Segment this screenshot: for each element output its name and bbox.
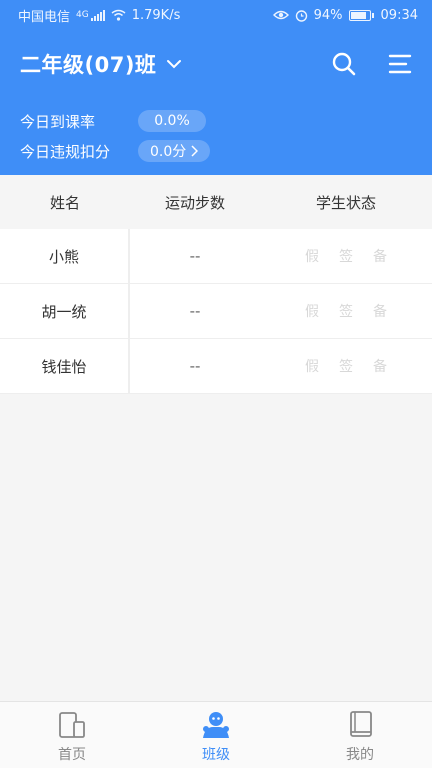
alarm-icon <box>295 9 307 22</box>
search-button[interactable] <box>330 50 358 78</box>
student-list: 小熊 -- 假 签 备 胡一统 -- 假 签 备 钱佳怡 -- 假 签 备 <box>0 229 432 394</box>
battery-icon <box>348 9 374 21</box>
menu-icon <box>388 54 412 74</box>
eye-icon <box>272 10 289 20</box>
student-steps: -- <box>189 357 201 375</box>
note-tag[interactable]: 备 <box>373 356 387 376</box>
tab-class[interactable]: 班级 <box>144 702 288 768</box>
carrier-label: 中国电信 <box>18 9 71 25</box>
tab-class-label: 班级 <box>202 747 230 763</box>
note-tag[interactable]: 备 <box>373 301 387 321</box>
student-name: 小熊 <box>0 229 130 283</box>
leave-tag[interactable]: 假 <box>305 246 319 266</box>
class-title: 二年级(07)班 <box>20 53 157 77</box>
network-speed: 1.79K/s <box>131 7 181 23</box>
battery-percent: 94% <box>313 7 343 23</box>
student-name: 钱佳怡 <box>0 339 130 393</box>
attendance-row: 今日到课率 0.0% <box>20 110 206 132</box>
student-steps: -- <box>189 247 201 265</box>
table-header: 姓名 运动步数 学生状态 <box>0 175 432 229</box>
violation-value: 0.0分 <box>150 144 187 160</box>
sign-tag[interactable]: 签 <box>339 356 353 376</box>
tab-mine-label: 我的 <box>346 747 374 763</box>
tab-home[interactable]: 首页 <box>0 702 144 768</box>
class-selector[interactable]: 二年级(07)班 <box>20 49 182 79</box>
tab-home-label: 首页 <box>58 747 86 763</box>
table-row[interactable]: 胡一统 -- 假 签 备 <box>0 284 432 339</box>
search-icon <box>332 52 356 76</box>
sign-tag[interactable]: 签 <box>339 301 353 321</box>
wifi-icon <box>111 9 126 21</box>
bottom-tab-bar: 首页 班级 我的 <box>0 701 432 768</box>
student-status: 假 签 备 <box>260 229 432 283</box>
violation-label: 今日违规扣分 <box>20 142 111 161</box>
sign-tag[interactable]: 签 <box>339 246 353 266</box>
table-row[interactable]: 小熊 -- 假 签 备 <box>0 229 432 284</box>
tab-mine[interactable]: 我的 <box>288 702 432 768</box>
table-row[interactable]: 钱佳怡 -- 假 签 备 <box>0 339 432 394</box>
student-steps: -- <box>189 302 201 320</box>
menu-button[interactable] <box>386 50 414 78</box>
class-icon <box>203 712 229 738</box>
home-icon <box>59 712 85 738</box>
student-status: 假 签 备 <box>260 284 432 338</box>
leave-tag[interactable]: 假 <box>305 356 319 376</box>
student-status: 假 签 备 <box>260 339 432 393</box>
status-bar: 中国电信 4G 1.79K/s 94% 09:34 <box>0 0 432 30</box>
leave-tag[interactable]: 假 <box>305 301 319 321</box>
network-type: 4G <box>76 10 89 20</box>
header-status: 学生状态 <box>315 193 376 212</box>
note-tag[interactable]: 备 <box>373 246 387 266</box>
attendance-value: 0.0% <box>138 110 206 132</box>
chevron-right-icon <box>191 145 199 157</box>
violation-row[interactable]: 今日违规扣分 0.0分 <box>20 140 211 162</box>
signal-icon <box>90 9 105 21</box>
chevron-down-icon <box>167 60 182 69</box>
student-name: 胡一统 <box>0 284 130 338</box>
header: 中国电信 4G 1.79K/s 94% 09:34 二年级(07)班 今日到课率… <box>0 0 432 175</box>
header-name: 姓名 <box>49 193 80 212</box>
clock: 09:34 <box>380 7 418 23</box>
book-icon <box>350 711 372 737</box>
header-steps: 运动步数 <box>164 193 225 212</box>
violation-value-pill[interactable]: 0.0分 <box>138 140 211 162</box>
attendance-label: 今日到课率 <box>20 112 96 131</box>
